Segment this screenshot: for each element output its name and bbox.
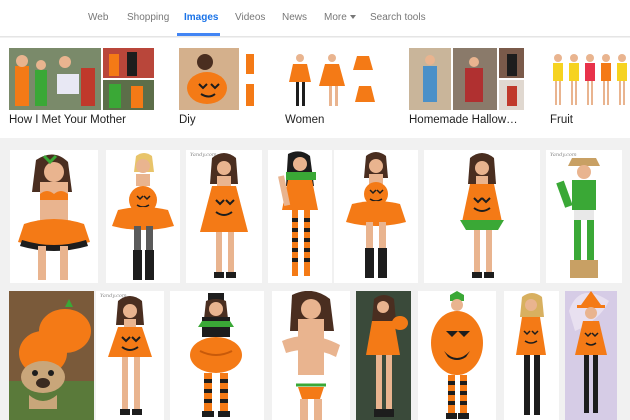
- search-nav-bar: Web Shopping Images Videos News More Sea…: [0, 0, 630, 37]
- results-row-1: Yandy.com Yandy.com: [0, 150, 630, 283]
- related-search-label: How I Met Your Mother: [9, 114, 126, 126]
- related-thumbnails: [285, 48, 381, 110]
- image-search-page: Web Shopping Images Videos News More Sea…: [0, 0, 630, 420]
- related-thumbnail-art: [187, 54, 254, 106]
- tab-images[interactable]: Images: [184, 12, 218, 23]
- result-image: [282, 291, 340, 420]
- related-search-label: Homemade Hallow…: [409, 114, 518, 126]
- image-result[interactable]: Yandy.com: [186, 150, 262, 283]
- results-row-2: Yandy.com: [0, 291, 630, 420]
- tab-shopping[interactable]: Shopping: [127, 12, 169, 23]
- related-search-how-i-met-your-mother[interactable]: How I Met Your Mother: [9, 48, 154, 126]
- image-result[interactable]: Yandy.com: [96, 291, 164, 420]
- result-image: [200, 153, 248, 278]
- active-tab-indicator: [177, 33, 220, 36]
- image-result[interactable]: [356, 291, 411, 420]
- result-image: [366, 295, 408, 417]
- related-search-women[interactable]: Women: [285, 48, 381, 126]
- result-image: [278, 151, 318, 276]
- image-result[interactable]: Yandy.com: [546, 150, 622, 283]
- related-thumbnails: [409, 48, 524, 110]
- related-search-label: Diy: [179, 114, 196, 126]
- image-result[interactable]: [504, 291, 559, 420]
- image-result[interactable]: [418, 291, 496, 420]
- result-image: [112, 153, 174, 280]
- image-result[interactable]: [272, 291, 350, 420]
- tab-more[interactable]: More: [324, 12, 356, 23]
- related-search-diy[interactable]: Diy: [179, 48, 260, 126]
- tab-more-label: More: [324, 12, 347, 23]
- result-image: [516, 293, 546, 415]
- related-thumbnails: [9, 48, 154, 110]
- image-result[interactable]: [10, 150, 98, 283]
- image-result[interactable]: [9, 291, 94, 420]
- image-result[interactable]: [424, 150, 540, 283]
- related-search-homemade-halloween[interactable]: Homemade Hallow…: [409, 48, 524, 126]
- image-result[interactable]: [334, 150, 418, 283]
- tab-search-tools[interactable]: Search tools: [370, 12, 426, 23]
- result-image: [346, 152, 406, 278]
- related-thumbnail-art: [423, 54, 517, 106]
- image-result[interactable]: [106, 150, 180, 283]
- related-thumbnail-art: [15, 52, 143, 108]
- related-searches-strip: How I Met Your Mother Diy Women Homemade…: [0, 38, 630, 138]
- related-thumbnail-art: [289, 54, 375, 106]
- related-search-fruit[interactable]: Fruit: [550, 48, 630, 126]
- image-result[interactable]: [268, 150, 332, 283]
- image-result[interactable]: [565, 291, 617, 420]
- result-image: [569, 291, 609, 413]
- image-result[interactable]: [170, 291, 264, 420]
- tab-news[interactable]: News: [282, 12, 307, 23]
- related-thumbnails: [179, 48, 260, 110]
- related-search-label: Women: [285, 114, 325, 126]
- tab-web[interactable]: Web: [88, 12, 108, 23]
- related-search-label: Fruit: [550, 114, 573, 126]
- result-image: [431, 291, 483, 419]
- chevron-down-icon: [349, 15, 356, 19]
- result-image: [190, 293, 242, 417]
- related-thumbnail-art: [553, 54, 627, 105]
- result-image: [18, 154, 90, 280]
- tab-videos[interactable]: Videos: [235, 12, 265, 23]
- result-image: [556, 158, 600, 278]
- result-image: [9, 299, 94, 420]
- result-image: [460, 153, 504, 278]
- result-image: [108, 296, 152, 415]
- related-thumbnails: [550, 48, 630, 110]
